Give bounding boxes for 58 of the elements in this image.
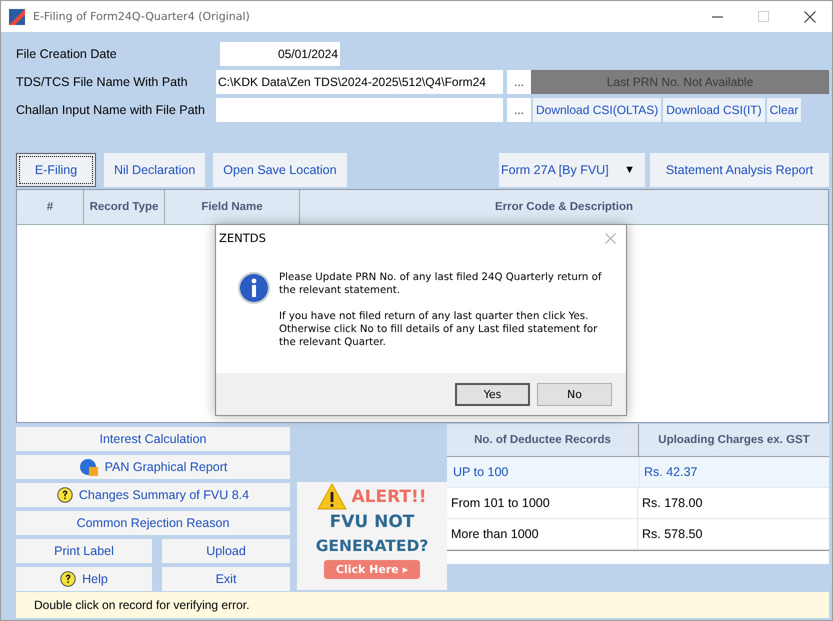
app-logo-icon	[9, 8, 25, 24]
status-text: Double click on record for verifying error.	[34, 598, 250, 612]
table-row[interactable]: From 101 to 1000 Rs. 178.00	[447, 488, 829, 519]
tool-button[interactable]: Upload	[162, 539, 290, 563]
help-icon	[56, 487, 73, 503]
column-header: #	[17, 190, 84, 224]
tool-button[interactable]: Common Rejection Reason	[16, 511, 290, 535]
table-cell: From 101 to 1000	[447, 488, 638, 518]
table-cell-text: Rs. 578.50	[641, 526, 704, 543]
tool-button[interactable]: Help	[16, 567, 152, 591]
action-button[interactable]: Open Save Location	[213, 153, 347, 187]
alert-text: FVU NOT	[330, 511, 414, 534]
close-icon[interactable]	[804, 10, 816, 22]
browse-button[interactable]: ...	[507, 70, 531, 94]
field-label: TDS/TCS File Name With Path	[16, 75, 189, 89]
dialog-button[interactable]: Yes	[455, 382, 530, 406]
alert-heading: ALERT!!	[351, 486, 427, 506]
form-dropdown[interactable]: Form 27A [By FVU] ▼	[499, 153, 645, 187]
pie-chart-icon	[78, 458, 99, 476]
dialog-title: ZENTDS	[219, 231, 266, 245]
column-header: No. of Deductee Records	[447, 424, 639, 456]
link-button[interactable]: Download CSI(IT)	[663, 98, 765, 122]
action-button[interactable]: E-Filing	[16, 153, 96, 187]
table-cell: UP to 100	[449, 457, 640, 487]
dialog-message: Please Update PRN No. of any last filed 24Q Quarterly return of the relevant statement.	[279, 271, 603, 297]
table-row[interactable]: UP to 100 Rs. 42.37	[447, 457, 829, 488]
dialog-message: If you have not filed return of any last quarter then click Yes. Otherwise click No to fill details of any Last filed statement for the relevant Quarter.	[279, 310, 598, 349]
info-icon	[237, 271, 271, 305]
tool-button[interactable]: Changes Summary of FVU 8.4	[16, 483, 290, 507]
table-row[interactable]: More than 1000 Rs. 578.50	[447, 519, 829, 550]
alert-banner[interactable]: ALERT!! FVU NOT GENERATED? Click Here ▸	[297, 482, 447, 590]
tool-button[interactable]: Print Label	[16, 539, 152, 563]
table-cell-text: Rs. 178.00	[641, 495, 704, 512]
date-field[interactable]: 05/01/2024	[220, 42, 340, 66]
prn-field: Last PRN No. Not Available	[531, 70, 829, 94]
link-button[interactable]: Clear	[766, 98, 802, 122]
dialog-button[interactable]: No	[537, 382, 612, 406]
tool-button[interactable]: Interest Calculation	[16, 427, 290, 451]
report-button[interactable]: Statement Analysis Report	[650, 153, 829, 187]
action-button[interactable]: Nil Declaration	[104, 153, 206, 187]
tool-button[interactable]: PAN Graphical Report	[16, 455, 290, 479]
window-title: E-Filing of Form24Q-Quarter4 (Original)	[33, 10, 250, 23]
help-icon	[60, 571, 76, 587]
field-label: File Creation Date	[16, 47, 118, 61]
column-header: Error Code & Description	[494, 200, 634, 215]
column-header: Record Type	[84, 190, 165, 224]
alert-text: GENERATED?	[316, 536, 428, 557]
path-field[interactable]: C:\KDK Data\Zen TDS\2024-2025\512\Q4\Form24	[216, 70, 503, 94]
column-header: Uploading Charges ex. GST	[657, 433, 811, 448]
tool-button[interactable]: Exit	[162, 567, 290, 591]
link-button[interactable]: Download CSI(OLTAS)	[533, 98, 662, 122]
warning-icon	[317, 483, 348, 510]
table-cell: More than 1000	[447, 519, 638, 549]
browse-button[interactable]: ...	[507, 98, 531, 122]
table-cell-text: Rs. 42.37	[643, 464, 699, 481]
field-label: Challan Input Name with File Path	[16, 103, 206, 117]
path-field[interactable]	[216, 98, 503, 122]
maximize-icon	[758, 10, 770, 22]
